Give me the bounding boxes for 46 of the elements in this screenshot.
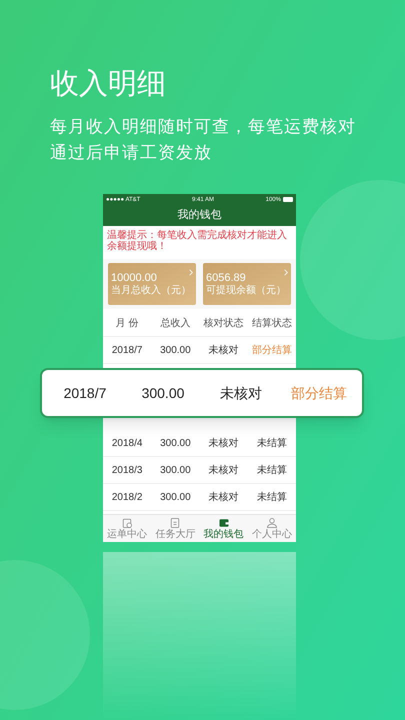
check-status-cell-text: 未核对: [208, 344, 240, 358]
check-status-cell-text: 未核对: [208, 464, 240, 478]
card-label: 可提现余额（元）: [206, 284, 286, 296]
income-cell-text: 300.00: [140, 384, 186, 402]
settle-status-cell-text: 部分结算: [290, 384, 348, 402]
app-title: 我的钱包: [178, 208, 222, 224]
description-line: 每月收入明细随时可查，每笔运费核对: [50, 116, 357, 137]
check-status-cell-text: 未核对: [208, 490, 240, 504]
month-cell-text: 2018/2: [110, 490, 144, 504]
chevron-icon: [284, 269, 288, 276]
amount-text: 10000.00: [111, 272, 157, 284]
month-cell-text: 2018/3: [110, 464, 144, 478]
month-cell-text: 2018/7: [110, 344, 144, 358]
tab[interactable]: 运单中心: [103, 515, 152, 542]
income-cell-text: 300.00: [159, 344, 192, 358]
settle-status-cell-text: 未结算: [256, 464, 288, 478]
settle-status-cell-text: 部分结算: [250, 344, 293, 358]
tab[interactable]: 任务大厅: [151, 515, 200, 542]
description-line: 通过后申请工资发放: [50, 142, 213, 163]
income-cell-text: 300.00: [159, 464, 192, 478]
income-cell-text: 300.00: [159, 436, 192, 450]
column-header: 核对状态: [202, 316, 245, 331]
month-cell-text: 2018/7: [62, 384, 108, 402]
settle-status-cell-text: 未结算: [256, 436, 288, 450]
column-header: 总收入: [159, 316, 192, 331]
card-label: 当月总收入（元）: [111, 284, 191, 296]
tab[interactable]: 我的钱包: [200, 515, 248, 542]
clipboard-icon: [169, 517, 182, 529]
balance-card[interactable]: 6056.89 可提现余额（元）: [203, 263, 291, 305]
battery-icon: [282, 197, 293, 202]
column-header: 结算状态: [250, 316, 293, 331]
chevron-icon: [189, 269, 193, 276]
settle-status-cell-text: 未结算: [256, 490, 288, 504]
notice-text: 温馨提示：每笔收入需完成核对才能进入余额提现哦！: [107, 230, 288, 252]
amount-text: 6056.89: [206, 272, 246, 284]
headline: 收入明细: [50, 67, 167, 102]
month-cell-text: 2018/4: [110, 436, 144, 450]
tab[interactable]: 个人中心: [248, 515, 296, 542]
check-status-cell-text: 未核对: [208, 436, 240, 450]
document-icon: [121, 517, 134, 529]
balance-card[interactable]: 10000.00 当月总收入（元）: [108, 263, 196, 305]
person-icon: [266, 517, 278, 529]
check-status-cell-text: 未核对: [219, 384, 263, 402]
income-cell-text: 300.00: [159, 490, 192, 504]
column-header: 月 份: [114, 317, 140, 331]
wallet-icon: [218, 517, 230, 529]
